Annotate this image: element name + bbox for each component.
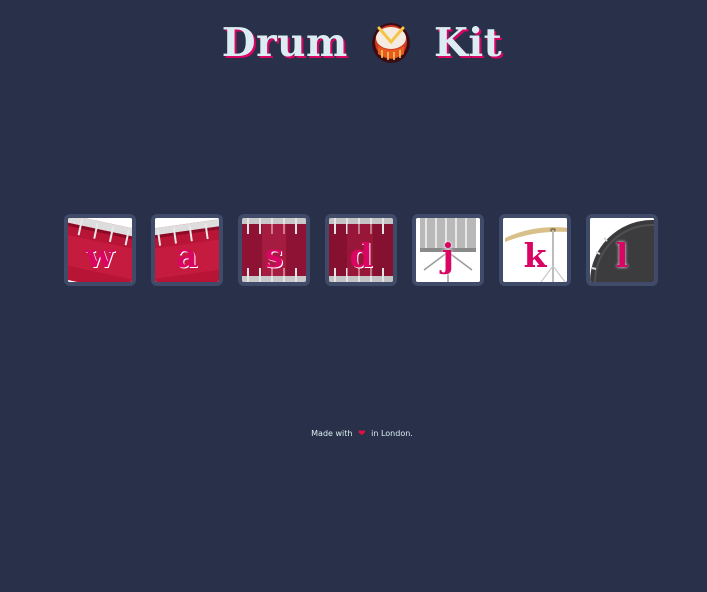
drum-key-j[interactable]: j [412, 214, 484, 286]
key-letter: j [442, 236, 454, 275]
key-letter: w [85, 236, 115, 275]
drum-key-a[interactable]: a [151, 214, 223, 286]
footer: Made with ❤ in London. [0, 429, 707, 439]
page: Drum Kit w a s d j k l Made with ❤ in Lo… [0, 0, 707, 592]
drum-key-s[interactable]: s [238, 214, 310, 286]
drum-key-l[interactable]: l [586, 214, 658, 286]
key-letter: d [349, 236, 373, 275]
key-letter: l [615, 236, 629, 275]
footer-text-before: Made with [311, 429, 353, 438]
drum-icon [370, 20, 412, 64]
key-letter: s [264, 236, 284, 275]
key-letter: k [523, 236, 547, 275]
drum-kit: w a s d j k l [64, 214, 664, 288]
drum-key-d[interactable]: d [325, 214, 397, 286]
heart-icon: ❤ [358, 429, 366, 439]
drum-key-k[interactable]: k [499, 214, 571, 286]
page-title: Drum Kit [0, 20, 707, 66]
key-letter: a [176, 236, 198, 275]
footer-text-after: in London. [371, 429, 413, 438]
drum-key-w[interactable]: w [64, 214, 136, 286]
title-word-kit: Kit [433, 20, 503, 66]
title-word-drum: Drum [221, 20, 348, 66]
